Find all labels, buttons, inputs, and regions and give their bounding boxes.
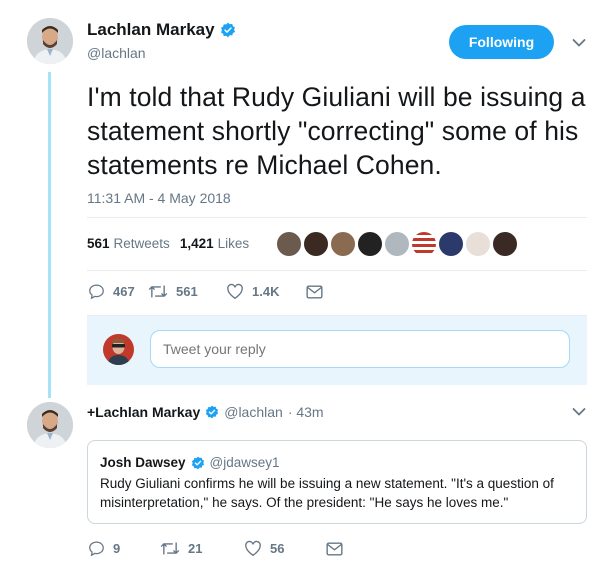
reply-icon [89, 284, 104, 300]
liker-avatar[interactable] [411, 231, 437, 257]
reply-action[interactable]: 467 [88, 283, 148, 300]
verified-badge-icon [220, 22, 236, 38]
followup-time[interactable]: · 43m [288, 404, 324, 420]
retweet-action[interactable]: 561 [148, 283, 226, 300]
thread-line [48, 72, 51, 398]
envelope-icon [306, 285, 323, 298]
quoted-tweet[interactable]: Josh Dawsey @jdawsey1 Rudy Giuliani conf… [87, 440, 587, 524]
liker-avatar[interactable] [330, 231, 356, 257]
liker-avatars [276, 231, 519, 257]
like-count: 1.4K [252, 284, 280, 299]
author-name[interactable]: Lachlan Markay [87, 20, 215, 40]
author-row: Lachlan Markay [87, 20, 236, 40]
direct-message-action[interactable] [326, 542, 351, 556]
retweet-icon [160, 542, 180, 555]
liker-avatar[interactable] [465, 231, 491, 257]
quoted-author-handle: @jdawsey1 [209, 455, 280, 470]
liker-avatar[interactable] [384, 231, 410, 257]
retweet-action[interactable]: 21 [160, 540, 244, 557]
heart-icon [227, 283, 243, 300]
following-button[interactable]: Following [449, 25, 554, 59]
avatar[interactable] [27, 18, 73, 64]
envelope-icon [326, 542, 343, 555]
liker-avatar[interactable] [492, 231, 518, 257]
avatar[interactable] [27, 402, 73, 448]
retweet-icon [148, 285, 168, 298]
tweet-text: I'm told that Rudy Giuliani will be issu… [87, 82, 586, 180]
direct-message-action[interactable] [306, 285, 331, 299]
quoted-author-name: Josh Dawsey [100, 455, 186, 470]
reply-icon [89, 541, 104, 557]
chevron-down-icon[interactable] [572, 407, 586, 417]
quoted-tweet-header: Josh Dawsey @jdawsey1 [100, 455, 280, 470]
chevron-down-icon[interactable] [572, 38, 586, 48]
retweet-count: 21 [188, 541, 203, 556]
divider [87, 217, 587, 218]
reply-input[interactable] [150, 330, 570, 368]
reply-count: 467 [113, 284, 135, 299]
quoted-tweet-text: Rudy Giuliani confirms he will be issuin… [100, 476, 554, 510]
retweets-count[interactable]: 561 [87, 236, 110, 251]
followup-actions: 9 21 56 [88, 540, 351, 557]
retweets-label[interactable]: Retweets [114, 236, 170, 251]
liker-avatar[interactable] [303, 231, 329, 257]
like-action[interactable]: 1.4K [226, 283, 306, 300]
divider [87, 270, 587, 271]
tweet-actions: 467 561 1.4K [88, 283, 331, 300]
reply-action[interactable]: 9 [88, 540, 160, 557]
author-handle[interactable]: @lachlan [87, 45, 146, 61]
verified-badge-icon [191, 456, 205, 470]
likes-count[interactable]: 1,421 [180, 236, 214, 251]
reply-count: 9 [113, 541, 121, 556]
followup-author-handle[interactable]: @lachlan [224, 404, 283, 420]
like-action[interactable]: 56 [244, 540, 326, 557]
liker-avatar[interactable] [357, 231, 383, 257]
heart-icon [245, 540, 261, 557]
liker-avatar[interactable] [276, 231, 302, 257]
engagement-stats: 561 Retweets 1,421 Likes [87, 236, 259, 251]
like-count: 56 [270, 541, 285, 556]
followup-header: +Lachlan Markay @lachlan · 43m [87, 404, 324, 420]
likes-label[interactable]: Likes [218, 236, 250, 251]
current-user-avatar [103, 334, 134, 365]
liker-avatar[interactable] [438, 231, 464, 257]
timestamp[interactable]: 11:31 AM - 4 May 2018 [87, 190, 231, 206]
verified-badge-icon [205, 405, 219, 419]
retweet-count: 561 [176, 284, 198, 299]
followup-author-name[interactable]: +Lachlan Markay [87, 404, 200, 420]
